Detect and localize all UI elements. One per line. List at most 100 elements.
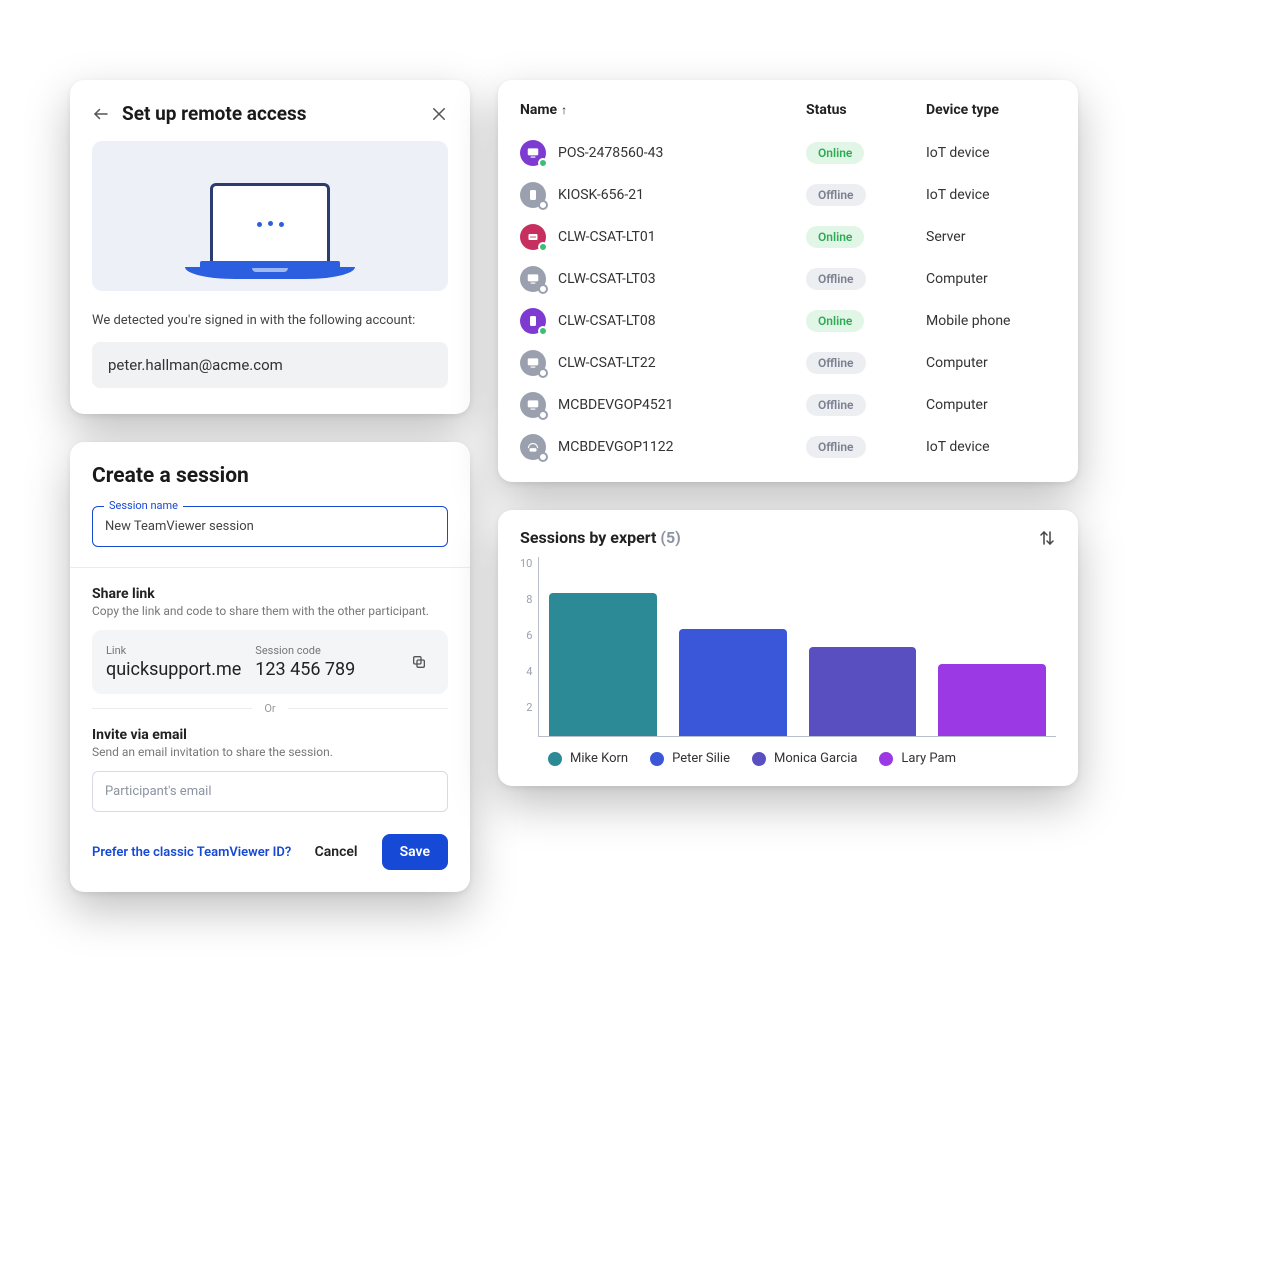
device-type: Server (926, 229, 1056, 245)
device-icon (520, 392, 546, 418)
legend-item: Mike Korn (548, 751, 628, 766)
status-pill: Online (806, 226, 864, 248)
device-row[interactable]: CLW-CSAT-LT03 Offline Computer (520, 258, 1056, 300)
cancel-button[interactable]: Cancel (297, 834, 376, 870)
copy-icon[interactable] (404, 647, 434, 677)
device-name: POS-2478560-43 (558, 145, 663, 161)
legend-label: Monica Garcia (774, 751, 857, 766)
legend-item: Monica Garcia (752, 751, 857, 766)
device-name: CLW-CSAT-LT22 (558, 355, 656, 371)
chart-bar (938, 664, 1046, 736)
column-name-header[interactable]: Name (520, 102, 806, 118)
remote-access-title: Set up remote access (122, 102, 418, 125)
device-icon (520, 224, 546, 250)
create-session-title: Create a session (92, 464, 448, 488)
account-email-box: peter.hallman@acme.com (92, 342, 448, 388)
status-badge-dot (538, 200, 548, 210)
share-link-box: Link quicksupport.me Session code 123 45… (92, 630, 448, 694)
chart-bar (549, 593, 657, 736)
participant-email-input[interactable] (92, 771, 448, 812)
device-row[interactable]: CLW-CSAT-LT01 Online Server (520, 216, 1056, 258)
share-link-label: Link (106, 644, 241, 657)
legend-dot (548, 752, 562, 766)
chart-title: Sessions by expert (520, 528, 656, 547)
chart-bar (679, 629, 787, 736)
share-link-value: quicksupport.me (106, 659, 241, 680)
classic-id-link[interactable]: Prefer the classic TeamViewer ID? (92, 845, 297, 860)
device-row[interactable]: CLW-CSAT-LT08 Online Mobile phone (520, 300, 1056, 342)
bar-chart: 108642 (520, 557, 1056, 737)
status-pill: Online (806, 310, 864, 332)
status-pill: Offline (806, 436, 866, 458)
session-name-input[interactable] (92, 506, 448, 547)
status-badge-dot (538, 368, 548, 378)
legend-dot (752, 752, 766, 766)
create-session-card: Create a session Session name Share link… (70, 442, 470, 892)
device-type: IoT device (926, 145, 1056, 161)
legend-dot (650, 752, 664, 766)
device-icon (520, 182, 546, 208)
device-icon (520, 434, 546, 460)
close-icon[interactable] (430, 105, 448, 123)
device-type: Mobile phone (926, 313, 1056, 329)
device-icon (520, 266, 546, 292)
device-name: KIOSK-656-21 (558, 187, 644, 203)
device-name: CLW-CSAT-LT03 (558, 271, 656, 287)
share-link-sub: Copy the link and code to share them wit… (92, 604, 448, 618)
status-pill: Offline (806, 394, 866, 416)
invite-email-heading: Invite via email (92, 727, 448, 743)
status-pill: Offline (806, 352, 866, 374)
device-row[interactable]: KIOSK-656-21 Offline IoT device (520, 174, 1056, 216)
device-name: CLW-CSAT-LT01 (558, 229, 656, 245)
device-type: Computer (926, 355, 1056, 371)
share-link-heading: Share link (92, 586, 448, 602)
device-icon (520, 350, 546, 376)
device-type: Computer (926, 397, 1056, 413)
device-row[interactable]: CLW-CSAT-LT22 Offline Computer (520, 342, 1056, 384)
column-status-header[interactable]: Status (806, 102, 926, 118)
legend-item: Peter Silie (650, 751, 730, 766)
chart-bar (809, 647, 917, 737)
legend-dot (879, 752, 893, 766)
divider (70, 567, 470, 568)
status-badge-dot (538, 158, 548, 168)
session-code-label: Session code (255, 644, 390, 657)
device-row[interactable]: MCBDEVGOP1122 Offline IoT device (520, 426, 1056, 468)
sort-icon[interactable] (1038, 529, 1056, 547)
save-button[interactable]: Save (382, 834, 448, 870)
chart-count: (5) (660, 528, 680, 547)
remote-access-card: Set up remote access We detected you're … (70, 80, 470, 414)
back-arrow-icon[interactable] (92, 105, 110, 123)
device-name: CLW-CSAT-LT08 (558, 313, 656, 329)
session-code-value: 123 456 789 (255, 659, 390, 680)
status-pill: Offline (806, 268, 866, 290)
device-name: MCBDEVGOP1122 (558, 439, 674, 455)
device-type: IoT device (926, 187, 1056, 203)
devices-card: Name Status Device type POS-2478560-43 O… (498, 80, 1078, 482)
legend-label: Lary Pam (901, 751, 956, 766)
detected-account-label: We detected you're signed in with the fo… (92, 313, 448, 328)
status-badge-dot (538, 242, 548, 252)
column-type-header[interactable]: Device type (926, 102, 1056, 118)
sort-asc-icon (561, 102, 567, 118)
device-row[interactable]: POS-2478560-43 Online IoT device (520, 132, 1056, 174)
device-type: IoT device (926, 439, 1056, 455)
status-badge-dot (538, 326, 548, 336)
legend-label: Mike Korn (570, 751, 628, 766)
status-badge-dot (538, 452, 548, 462)
legend-label: Peter Silie (672, 751, 730, 766)
sessions-chart-card: Sessions by expert (5) 108642 Mike Korn P… (498, 510, 1078, 786)
legend-item: Lary Pam (879, 751, 956, 766)
status-pill: Offline (806, 184, 866, 206)
session-name-label: Session name (104, 499, 183, 512)
device-icon (520, 308, 546, 334)
device-row[interactable]: MCBDEVGOP4521 Offline Computer (520, 384, 1056, 426)
status-badge-dot (538, 410, 548, 420)
invite-email-sub: Send an email invitation to share the se… (92, 745, 448, 759)
status-pill: Online (806, 142, 864, 164)
device-icon (520, 140, 546, 166)
device-type: Computer (926, 271, 1056, 287)
status-badge-dot (538, 284, 548, 294)
or-divider: Or (92, 702, 448, 715)
laptop-illustration (92, 141, 448, 291)
